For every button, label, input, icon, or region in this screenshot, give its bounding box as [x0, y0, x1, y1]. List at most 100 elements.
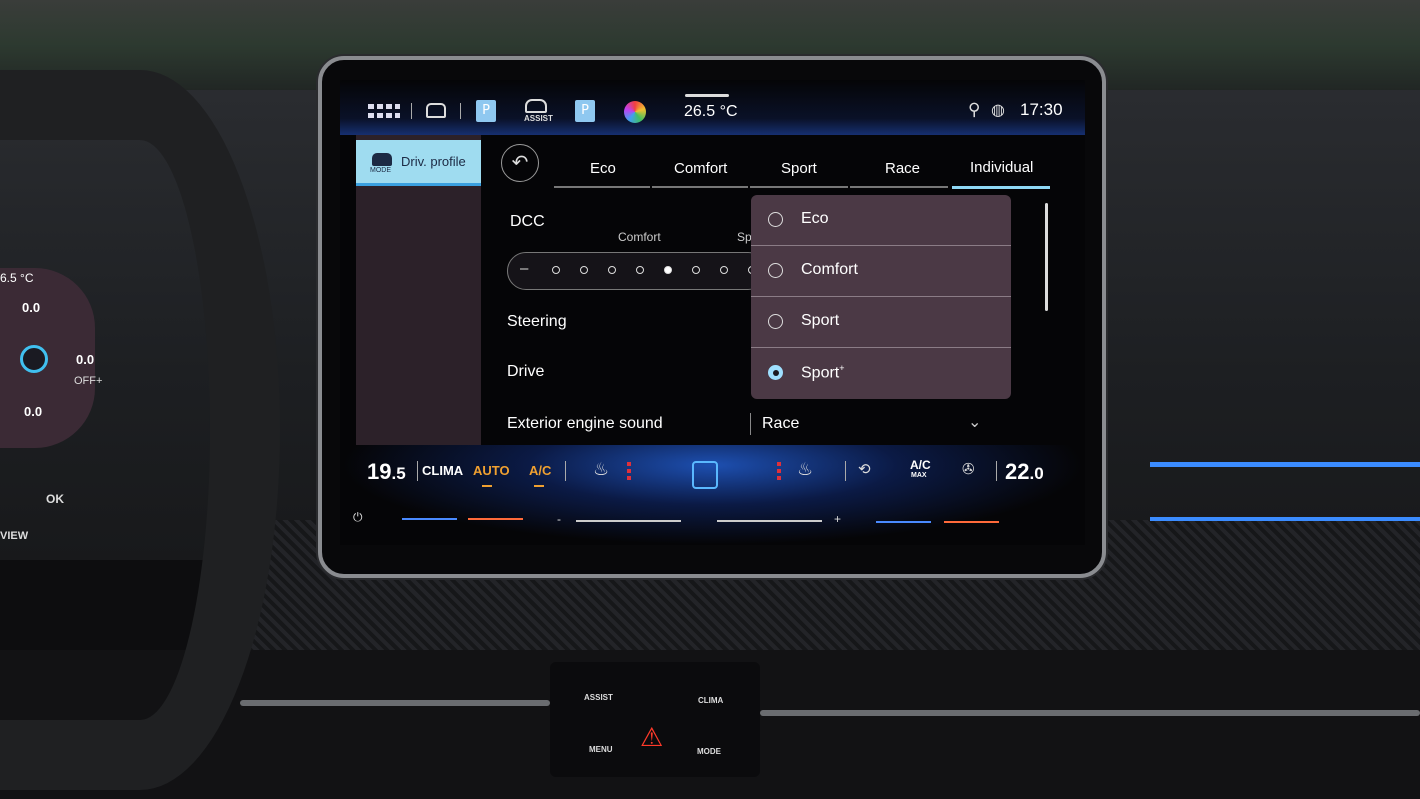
ac-indicator: [534, 485, 544, 487]
climate-bar: 19.5 CLIMA AUTO A/C ♨ ♨ ⟲ A/C MAX ✇ 22.0: [340, 445, 1085, 545]
dcc-step-dot[interactable]: [608, 266, 616, 274]
wheel-view-button[interactable]: VIEW: [0, 530, 28, 542]
drive-label: Drive: [507, 363, 545, 380]
app-grid-icon[interactable]: [368, 104, 400, 118]
dcc-label: DCC: [510, 213, 545, 230]
paddle-label: OFF+: [74, 375, 103, 387]
air-vent: [760, 710, 1420, 716]
outside-temperature: 26.5 °C: [684, 103, 738, 120]
air-vent: [240, 700, 550, 706]
infotainment-screen: P ASSIST P 26.5 °C ⚲ ◍ 17:30 MODE Driv. …: [340, 80, 1085, 545]
color-theme-icon[interactable]: [624, 101, 646, 123]
dcc-step-dot[interactable]: [720, 266, 728, 274]
steering-wheel: [0, 70, 280, 790]
assist-icon[interactable]: [525, 99, 547, 113]
tab-individual[interactable]: Individual: [970, 159, 1033, 176]
radio-icon: [768, 212, 783, 227]
ambient-light: [1150, 517, 1420, 521]
hazard-button[interactable]: ⚠: [640, 722, 663, 753]
temp-right-warm[interactable]: [944, 521, 999, 523]
mode-label: MODE: [370, 167, 391, 174]
dcc-step-dot[interactable]: [664, 266, 672, 274]
dcc-step-dot[interactable]: [580, 266, 588, 274]
volume-slider[interactable]: [717, 520, 822, 522]
seat-heat-level-right: [777, 462, 781, 480]
user-location-icon[interactable]: ⚲: [968, 100, 980, 120]
dcc-dropdown: Eco Comfort Sport Sport+: [751, 195, 1011, 399]
console-mode-button[interactable]: MODE: [697, 747, 721, 756]
temp-left-cool[interactable]: [402, 518, 457, 520]
parking-icon[interactable]: P: [476, 100, 496, 122]
volume-minus-button[interactable]: -: [557, 512, 561, 526]
back-button[interactable]: ↶: [501, 144, 539, 182]
volume-plus-button[interactable]: +: [834, 512, 841, 526]
steering-label: Steering: [507, 313, 567, 330]
dcc-step-dot[interactable]: [552, 266, 560, 274]
left-temp[interactable]: 19.5: [367, 459, 406, 485]
back-arrow-icon: ↶: [511, 150, 529, 174]
tab-eco[interactable]: Eco: [590, 160, 616, 177]
pull-down-handle[interactable]: [685, 94, 729, 97]
tab-underline: [750, 186, 848, 188]
clima-button[interactable]: CLIMA: [422, 463, 463, 478]
scrollbar[interactable]: [1045, 203, 1048, 311]
recirculation-icon[interactable]: ⟲: [858, 460, 871, 478]
option-label: Sport+: [801, 363, 845, 382]
radio-selected-icon: [768, 365, 783, 380]
chevron-down-icon: ⌄: [968, 414, 982, 431]
auto-button[interactable]: AUTO: [473, 463, 510, 478]
car-mode-icon: [372, 153, 392, 166]
console-assist-button[interactable]: ASSIST: [584, 693, 613, 702]
dcc-minus-button[interactable]: –: [520, 260, 528, 277]
dropdown-option-eco[interactable]: Eco: [751, 195, 1011, 246]
radio-icon: [768, 263, 783, 278]
radio-icon: [768, 314, 783, 329]
sidebar-item-driving-profile[interactable]: MODE Driv. profile: [356, 140, 481, 186]
seat-heat-right-icon[interactable]: ♨: [797, 459, 813, 480]
clock: 17:30: [1020, 100, 1063, 119]
engine-sound-select[interactable]: Race ⌄: [752, 408, 992, 440]
console-menu-button[interactable]: MENU: [589, 745, 613, 754]
sidebar-item-label: Driv. profile: [401, 154, 466, 169]
tab-comfort[interactable]: Comfort: [674, 160, 727, 177]
ac-max-sub: MAX: [911, 472, 927, 479]
tab-sport[interactable]: Sport: [781, 160, 817, 177]
ambient-light: [1150, 462, 1420, 467]
volume-slider[interactable]: [576, 520, 681, 522]
tab-underline: [652, 186, 748, 188]
ac-max-button[interactable]: A/C: [910, 458, 931, 472]
parking-icon[interactable]: P: [575, 100, 595, 122]
dcc-step-dot[interactable]: [692, 266, 700, 274]
right-temp[interactable]: 22.0: [1005, 459, 1044, 485]
car-icon[interactable]: [426, 103, 446, 118]
tab-underline: [850, 186, 948, 188]
tab-race[interactable]: Race: [885, 160, 920, 177]
option-label: Sport: [801, 312, 840, 329]
dcc-marker-sport: Sp: [737, 230, 752, 244]
console-clima-button[interactable]: CLIMA: [698, 696, 723, 705]
dropdown-option-comfort[interactable]: Comfort: [751, 246, 1011, 297]
ac-button[interactable]: A/C: [529, 463, 551, 478]
temp-left-warm[interactable]: [468, 518, 523, 520]
assist-label: ASSIST: [524, 114, 553, 123]
temp-right-cool[interactable]: [876, 521, 931, 523]
seat-heat-left-icon[interactable]: ♨: [593, 459, 609, 480]
option-label: Eco: [801, 210, 829, 227]
fan-icon[interactable]: ✇: [962, 460, 975, 478]
wheel-ok-button[interactable]: OK: [46, 492, 64, 506]
dcc-marker-comfort: Comfort: [618, 230, 661, 244]
dropdown-option-sport[interactable]: Sport: [751, 297, 1011, 348]
auto-indicator: [482, 485, 492, 487]
console-panel: [550, 662, 760, 777]
dcc-step-dot[interactable]: [636, 266, 644, 274]
engine-sound-label: Exterior engine sound: [507, 415, 663, 432]
engine-sound-value: Race: [762, 415, 800, 432]
seat-heat-level-left: [627, 462, 631, 480]
home-button[interactable]: [692, 461, 718, 489]
option-label: Comfort: [801, 261, 858, 278]
dropdown-option-sport-plus[interactable]: Sport+: [751, 348, 1011, 399]
power-icon[interactable]: ⏻: [353, 510, 363, 525]
tab-underline-active: [952, 186, 1050, 189]
tab-underline: [554, 186, 650, 188]
globe-icon[interactable]: ◍: [991, 100, 1005, 120]
